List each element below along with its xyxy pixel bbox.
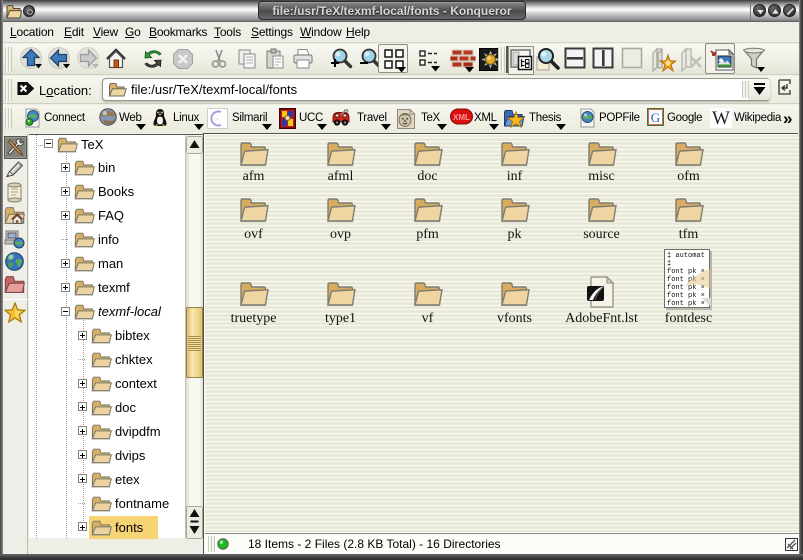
svg-text:G: G	[651, 110, 660, 125]
svg-text:XML: XML	[453, 113, 470, 122]
svg-text:⁖⁖: ⁖⁖	[214, 118, 220, 123]
svg-text:W: W	[712, 108, 730, 128]
